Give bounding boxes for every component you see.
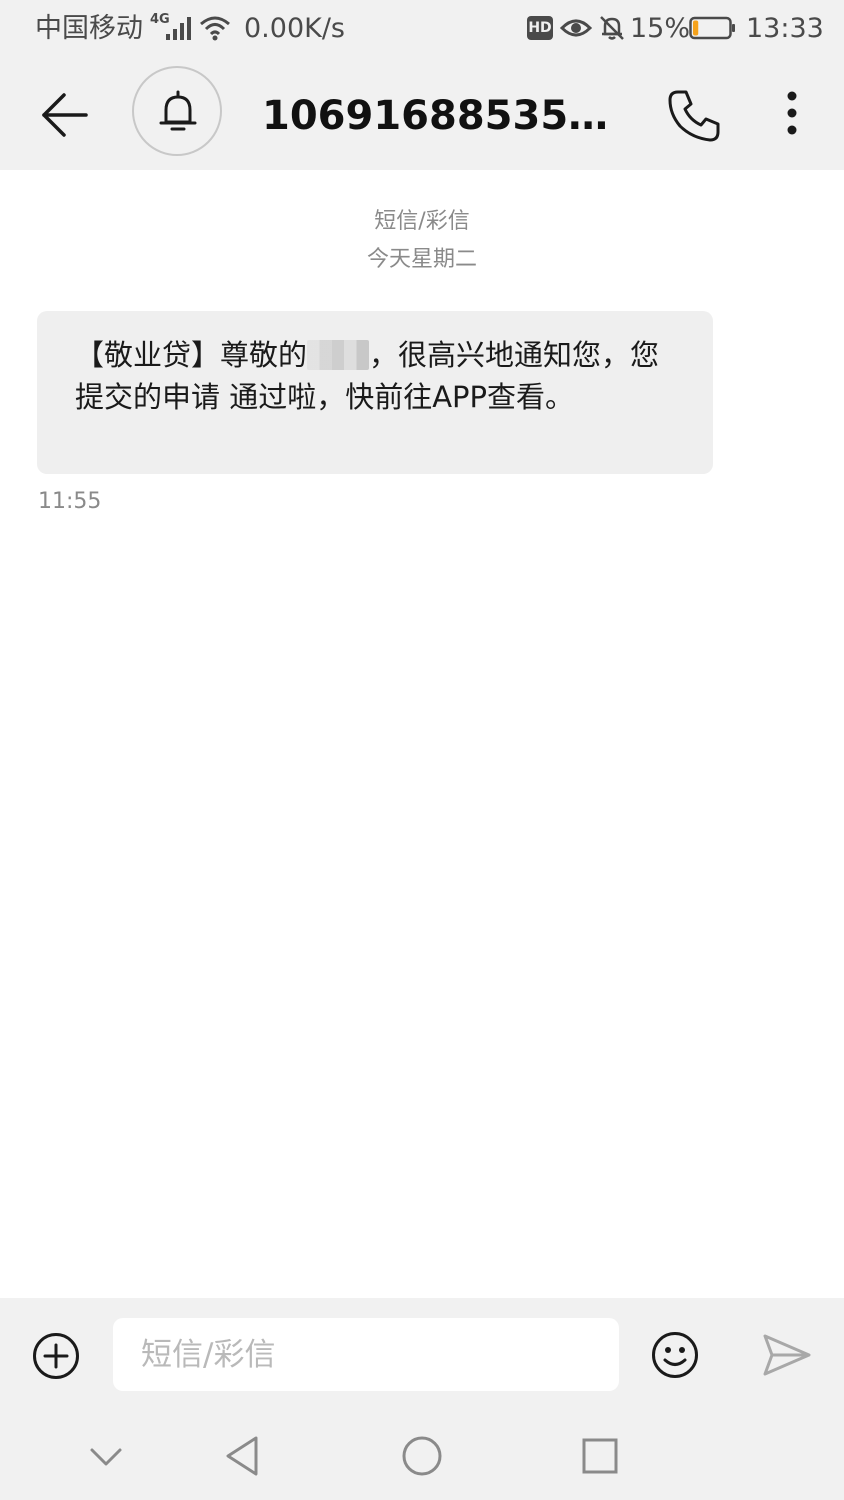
message-timestamp: 11:55 <box>38 489 102 514</box>
chevron-down-icon <box>90 1448 122 1466</box>
send-icon <box>763 1334 811 1376</box>
nav-recent-icon <box>582 1438 618 1474</box>
nav-back-icon <box>226 1436 258 1476</box>
nav-recent-button[interactable] <box>580 1436 620 1476</box>
message-type-label: 短信/彩信 <box>374 209 470 234</box>
message-input[interactable] <box>113 1318 619 1391</box>
more-options-button[interactable] <box>772 86 812 146</box>
message-text-before: 【敬业贷】尊敬的 <box>75 338 308 372</box>
signal-icon <box>166 17 191 40</box>
add-attachment-button[interactable] <box>32 1332 80 1380</box>
call-button[interactable] <box>664 86 724 146</box>
message-text: 【敬业贷】尊敬的 ，很高兴地通知您，您提交的申请 通过啦，快前往APP查看。 <box>75 334 673 418</box>
bell-off-icon <box>600 16 624 40</box>
message-bubble[interactable]: 【敬业贷】尊敬的 ，很高兴地通知您，您提交的申请 通过啦，快前往APP查看。 <box>37 311 713 474</box>
redacted-name <box>307 340 370 370</box>
message-composer <box>0 1298 844 1416</box>
hide-keyboard-button[interactable] <box>88 1436 124 1476</box>
more-vertical-icon <box>787 91 797 135</box>
emoji-icon <box>652 1332 698 1378</box>
back-button[interactable] <box>30 80 100 150</box>
eye-icon <box>560 19 592 37</box>
wifi-icon <box>200 16 230 41</box>
battery-icon <box>689 16 735 40</box>
network-speed: 0.00K/s <box>244 13 345 44</box>
send-button[interactable] <box>762 1333 812 1377</box>
emoji-button[interactable] <box>651 1331 699 1379</box>
add-circle-icon <box>33 1333 79 1379</box>
phone-icon <box>668 90 720 142</box>
battery-level <box>693 20 699 36</box>
nav-back-button[interactable] <box>222 1434 262 1478</box>
hd-icon: HD <box>527 16 553 40</box>
conversation-header: 10691688535130... <box>0 58 844 170</box>
date-divider: 今天星期二 <box>366 247 477 272</box>
status-bar: 中国移动 4G 0.00K/s HD 15% 13:33 <box>0 0 844 58</box>
battery-percent: 15% <box>630 13 691 44</box>
nav-home-button[interactable] <box>400 1434 444 1478</box>
bell-icon <box>159 90 197 131</box>
nav-home-icon <box>402 1436 442 1476</box>
notification-toggle-button[interactable] <box>132 66 222 156</box>
system-navigation-bar <box>0 1416 844 1500</box>
contact-number-title[interactable]: 10691688535130... <box>262 92 632 140</box>
clock: 13:33 <box>746 13 824 44</box>
back-arrow-icon <box>42 93 88 137</box>
carrier-label: 中国移动 <box>35 13 143 44</box>
